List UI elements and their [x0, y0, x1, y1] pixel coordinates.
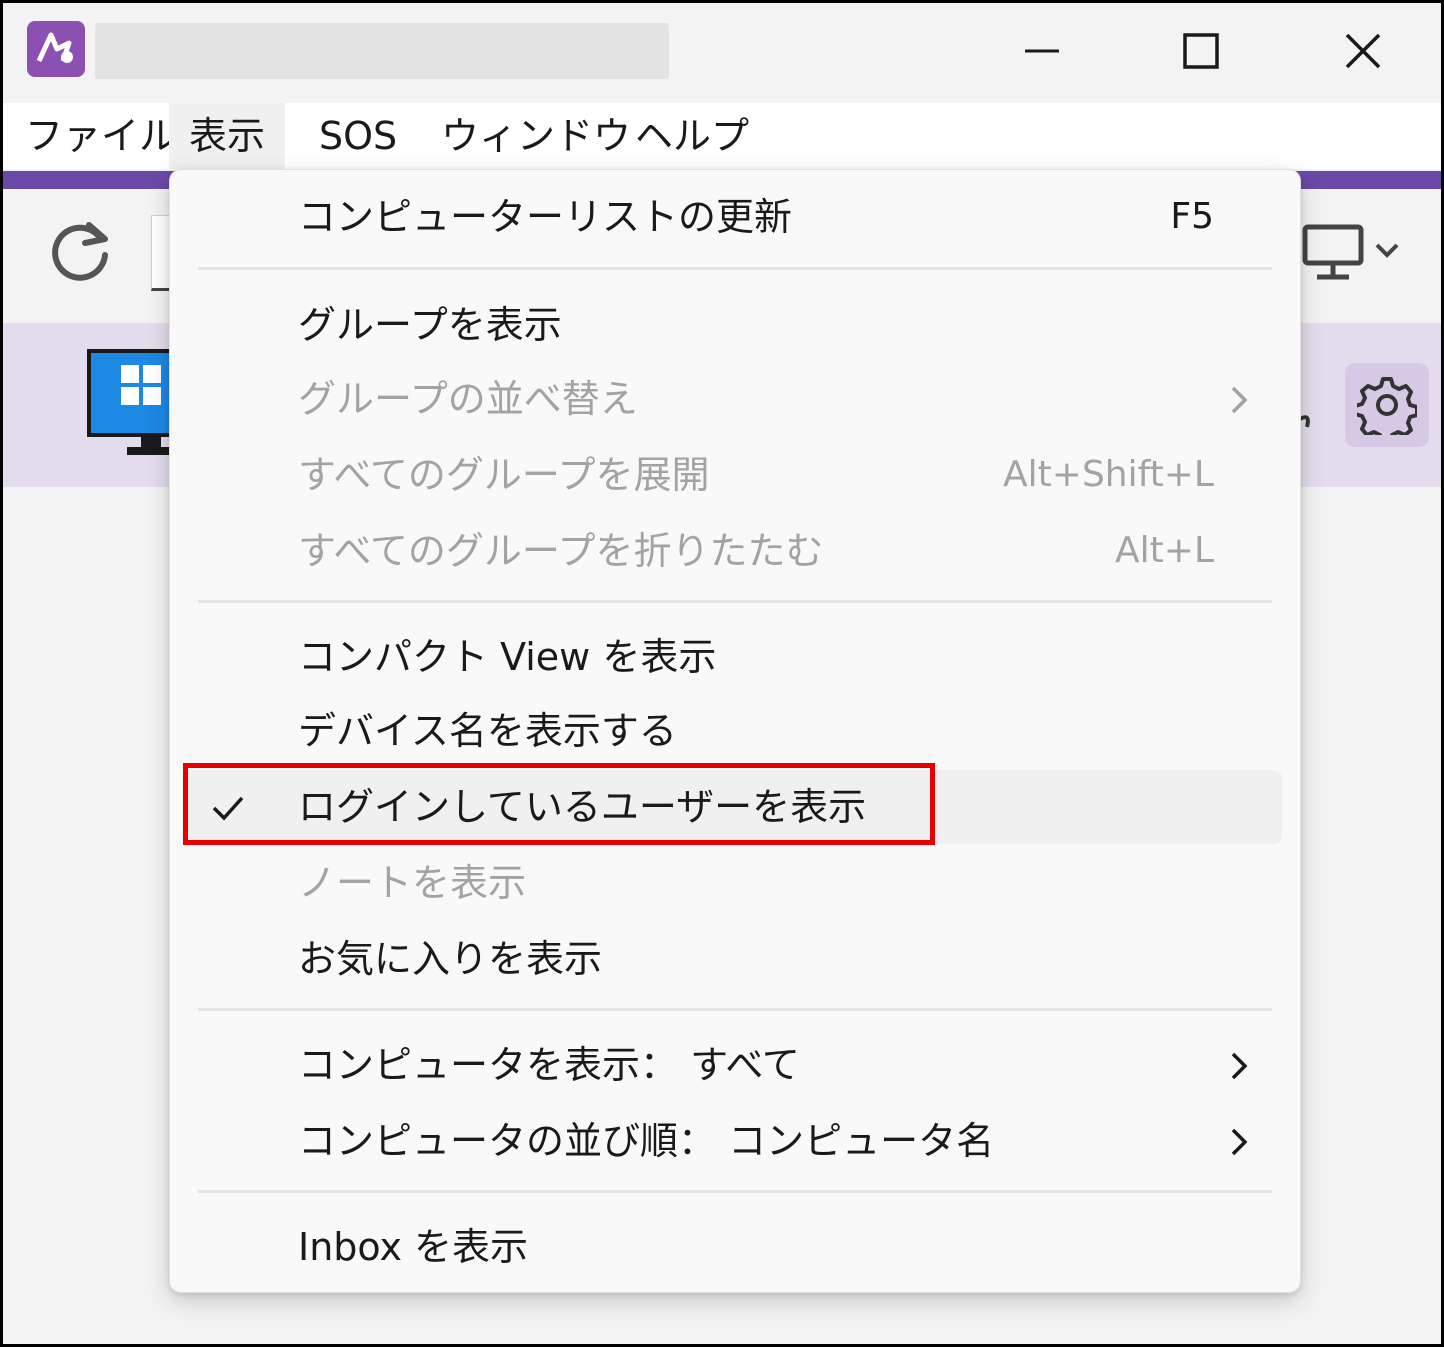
- annotation-highlight-box: [183, 763, 935, 845]
- menu-item-shortcut: Alt+Shift+L: [1003, 454, 1214, 495]
- menu-sos[interactable]: SOS: [299, 103, 417, 169]
- refresh-icon: [52, 222, 108, 281]
- maximize-icon: [1183, 33, 1219, 69]
- app-logo-icon: [27, 21, 85, 77]
- minimize-icon: [1025, 49, 1059, 53]
- menu-item-label: グループの並べ替え: [298, 377, 638, 421]
- menu-item-show-groups[interactable]: グループを表示: [170, 288, 1302, 362]
- app-window: ファイル 表示 SOS ウィンドウ ヘルプ コンピューターリストの更新 F5 グ…: [0, 0, 1444, 1347]
- menu-item-compact-view[interactable]: コンパクト View を表示: [170, 620, 1302, 694]
- menu-item-shortcut: Alt+L: [1115, 530, 1214, 571]
- menu-item-label: お気に入りを表示: [298, 937, 603, 981]
- menu-item-label: コンピュータの並び順： コンピュータ名: [298, 1119, 995, 1163]
- menu-item-show-favorites[interactable]: お気に入りを表示: [170, 922, 1302, 996]
- menu-item-sort-groups: グループの並べ替え: [170, 362, 1302, 436]
- menu-item-label: グループを表示: [298, 303, 562, 347]
- menu-item-label: ノートを表示: [298, 861, 527, 905]
- menu-item-show-notes: ノートを表示: [170, 846, 1302, 920]
- menu-item-show-inbox[interactable]: Inbox を表示: [170, 1210, 1302, 1284]
- chevron-right-icon: [1231, 386, 1248, 414]
- menu-item-refresh-list[interactable]: コンピューターリストの更新 F5: [170, 180, 1302, 254]
- device-settings-button[interactable]: [1345, 363, 1429, 447]
- menu-item-label: すべてのグループを展開: [298, 453, 710, 497]
- menu-item-label: コンピューターリストの更新: [298, 195, 793, 239]
- chevron-right-icon: [1231, 1052, 1248, 1080]
- menu-item-label: コンピュータを表示： すべて: [298, 1043, 800, 1087]
- menu-item-show-computers[interactable]: コンピュータを表示： すべて: [170, 1028, 1302, 1102]
- minimize-button[interactable]: [1011, 23, 1071, 79]
- menu-item-show-device-name[interactable]: デバイス名を表示する: [170, 694, 1302, 768]
- menu-item-label: デバイス名を表示する: [298, 709, 677, 753]
- menu-item-collapse-all-groups: すべてのグループを折りたたむ Alt+L: [170, 514, 1302, 588]
- menu-separator: [198, 1190, 1272, 1193]
- menu-bar: ファイル 表示 SOS ウィンドウ ヘルプ: [3, 103, 1441, 169]
- windows-device-icon: [87, 349, 177, 459]
- view-menu-dropdown: コンピューターリストの更新 F5 グループを表示 グループの並べ替え すべてのグ…: [169, 169, 1301, 1293]
- gear-icon: [1357, 377, 1417, 435]
- close-icon: [1345, 33, 1381, 69]
- chevron-right-icon: [1231, 1128, 1248, 1156]
- refresh-button[interactable]: [45, 215, 115, 285]
- menu-separator: [198, 267, 1272, 270]
- menu-item-label: コンパクト View を表示: [298, 635, 717, 679]
- menu-view[interactable]: 表示: [169, 103, 286, 169]
- monitor-icon: [1302, 224, 1364, 280]
- chevron-down-icon: [1375, 243, 1399, 258]
- menu-item-label: Inbox を表示: [298, 1225, 529, 1269]
- menu-item-expand-all-groups: すべてのグループを展開 Alt+Shift+L: [170, 438, 1302, 512]
- view-mode-dropdown[interactable]: [1301, 223, 1411, 283]
- maximize-button[interactable]: [1171, 23, 1231, 79]
- window-title-redacted: [95, 23, 669, 79]
- menu-item-sort-computers[interactable]: コンピュータの並び順： コンピュータ名: [170, 1104, 1302, 1178]
- close-button[interactable]: [1333, 23, 1393, 79]
- menu-separator: [198, 600, 1272, 603]
- menu-help[interactable]: ヘルプ: [615, 103, 769, 169]
- menu-item-label: すべてのグループを折りたたむ: [298, 529, 824, 573]
- title-bar: [3, 3, 1441, 103]
- menu-separator: [198, 1008, 1272, 1011]
- menu-item-shortcut: F5: [1170, 196, 1214, 237]
